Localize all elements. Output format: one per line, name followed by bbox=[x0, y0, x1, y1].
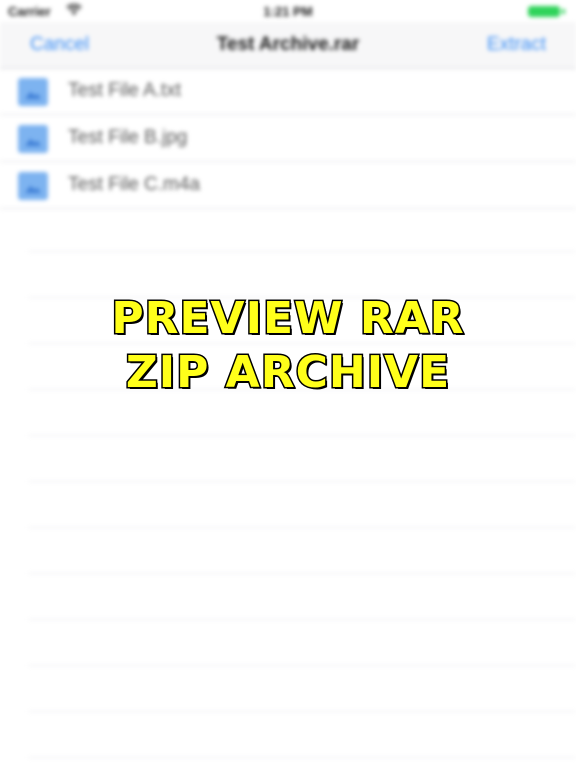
extract-button[interactable]: Extract bbox=[487, 34, 546, 56]
promo-caption-line-1: PREVIEW RAR bbox=[110, 292, 465, 346]
battery-icon bbox=[528, 6, 560, 17]
empty-row bbox=[28, 574, 576, 620]
status-bar: Carrier 1:21 PM bbox=[0, 0, 576, 22]
empty-row bbox=[28, 482, 576, 528]
promo-caption: PREVIEW RAR ZIP ARCHIVE bbox=[0, 292, 576, 400]
file-name: Test File B.jpg bbox=[68, 127, 188, 148]
file-name: Test File C.m4a bbox=[68, 174, 200, 195]
file-row[interactable]: Test File A.txt bbox=[0, 68, 576, 115]
screen: Carrier 1:21 PM Cancel Test Archive.rar … bbox=[0, 0, 576, 768]
empty-row bbox=[28, 206, 576, 252]
empty-row bbox=[28, 528, 576, 574]
clock: 1:21 PM bbox=[263, 4, 313, 19]
image-file-icon bbox=[18, 172, 48, 200]
file-name: Test File A.txt bbox=[68, 80, 181, 101]
empty-row bbox=[28, 666, 576, 712]
empty-row bbox=[28, 758, 576, 768]
file-row[interactable]: Test File C.m4a bbox=[0, 162, 576, 209]
empty-row bbox=[28, 436, 576, 482]
file-list: Test File A.txt Test File B.jpg Test Fil… bbox=[0, 68, 576, 209]
image-file-icon bbox=[18, 78, 48, 106]
empty-table-rows bbox=[28, 206, 576, 768]
file-row[interactable]: Test File B.jpg bbox=[0, 115, 576, 162]
navigation-bar: Cancel Test Archive.rar Extract bbox=[0, 22, 576, 69]
empty-row bbox=[28, 712, 576, 758]
image-file-icon bbox=[18, 125, 48, 153]
empty-row bbox=[28, 620, 576, 666]
promo-caption-line-2: ZIP ARCHIVE bbox=[124, 346, 451, 400]
battery-cap bbox=[562, 9, 565, 14]
